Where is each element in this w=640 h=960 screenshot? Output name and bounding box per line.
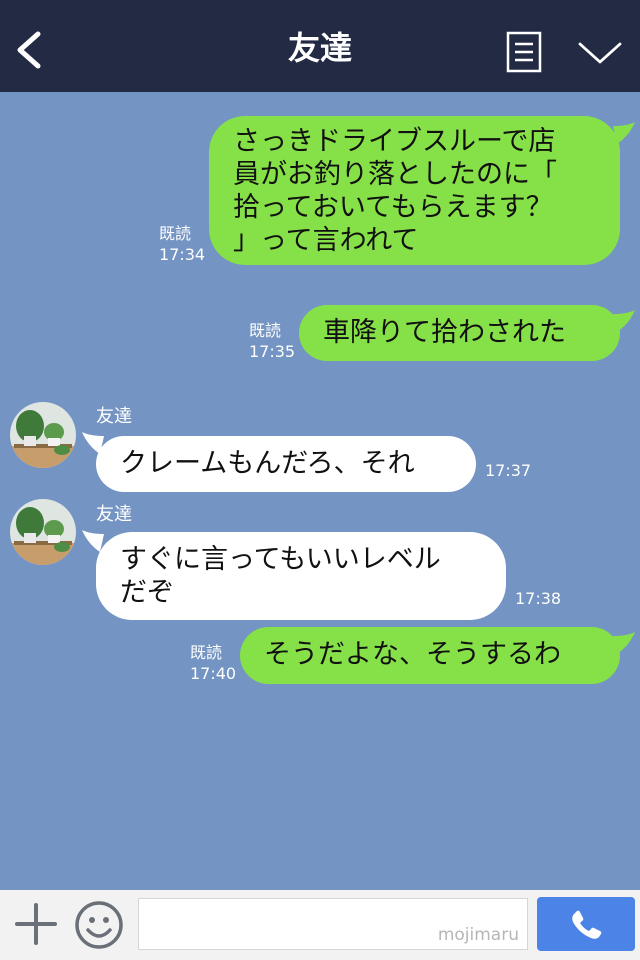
read-receipt: 既読 17:40 (190, 642, 236, 684)
avatar[interactable] (10, 499, 76, 565)
message-bubble-outgoing[interactable]: そうだよな、そうするわ (240, 627, 620, 684)
call-button[interactable] (537, 897, 635, 951)
sender-name: 友達 (96, 504, 132, 525)
message-time: 17:38 (515, 589, 562, 608)
read-receipt: 既読 17:34 (159, 223, 205, 265)
message-line: 員がお釣り落としたのに「 (233, 159, 557, 190)
watermark: mojimaru (437, 925, 519, 945)
chat-header: 友達 (0, 0, 640, 92)
smiley-icon[interactable] (74, 900, 124, 950)
message-line: そうだよな、そうするわ (264, 639, 561, 670)
message-bubble-outgoing[interactable]: さっきドライブスルーで店 員がお釣り落としたのに「 拾っておいてもらえます？ 」… (209, 116, 620, 265)
message-bubble-outgoing[interactable]: 車降りて拾わされた (299, 305, 620, 361)
plant-avatar-icon (10, 402, 76, 468)
read-label: 既読 (190, 643, 223, 662)
avatar[interactable] (10, 402, 76, 468)
message-line: 」って言われて (233, 225, 419, 256)
phone-icon (572, 910, 602, 939)
bubble-tail (613, 632, 635, 654)
message-time: 17:40 (190, 664, 237, 683)
message-input[interactable]: mojimaru (138, 898, 528, 950)
message-line: だぞ (120, 577, 174, 608)
message-line: さっきドライブスルーで店 (233, 126, 556, 157)
plus-icon[interactable] (14, 902, 58, 946)
message-line: 車降りて拾わされた (323, 317, 566, 348)
chevron-down-icon[interactable] (576, 38, 624, 68)
message-line: すぐに言ってもいいレベル (120, 544, 441, 575)
message-bubble-incoming[interactable]: すぐに言ってもいいレベル だぞ (96, 532, 506, 620)
message-time: 17:35 (249, 342, 296, 361)
memo-icon[interactable] (505, 30, 543, 74)
bubble-tail (613, 310, 635, 332)
message-time: 17:34 (159, 245, 206, 264)
plant-avatar-icon (10, 499, 76, 565)
read-label: 既読 (249, 321, 282, 340)
chat-title: 友達 (287, 29, 352, 67)
message-bubble-incoming[interactable]: クレームもんだろ、それ (96, 436, 476, 492)
read-label: 既読 (159, 224, 192, 243)
read-receipt: 既読 17:35 (249, 320, 295, 362)
chat-area[interactable]: さっきドライブスルーで店 員がお釣り落としたのに「 拾っておいてもらえます？ 」… (0, 92, 640, 890)
sender-name: 友達 (96, 406, 132, 427)
message-line: 拾っておいてもらえます？ (233, 192, 553, 223)
message-line: クレームもんだろ、それ (120, 448, 415, 479)
bubble-tail (613, 122, 635, 144)
message-time: 17:37 (485, 461, 532, 480)
